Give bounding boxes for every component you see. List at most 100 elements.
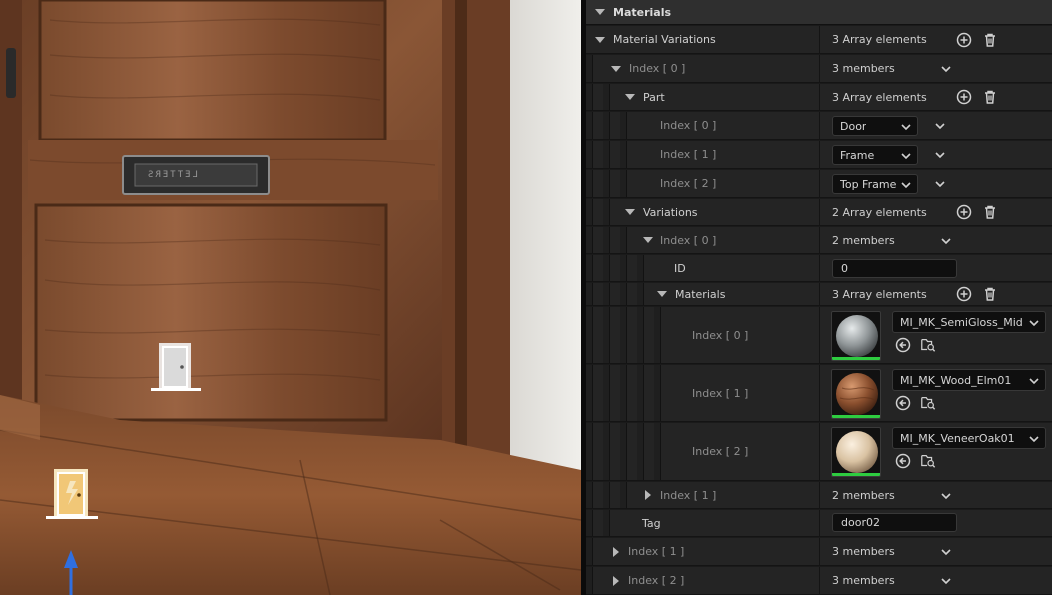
index-label: Index [ 2 ] <box>660 177 717 190</box>
array-count: 3 Array elements <box>832 33 927 46</box>
category-title: Materials <box>613 5 672 19</box>
browse-asset-icon[interactable] <box>920 395 936 411</box>
expand-arrow-icon[interactable] <box>625 94 635 100</box>
material-item-row: Index [ 0 ] MI_MK_SemiGloss_Mid <box>586 307 1052 364</box>
material-asset-combo[interactable]: MI_MK_SemiGloss_Mid <box>892 311 1046 333</box>
browse-asset-icon[interactable] <box>920 337 936 353</box>
expand-arrow-icon[interactable] <box>625 209 635 215</box>
expand-arrow-icon[interactable] <box>645 490 651 500</box>
chevron-down-icon[interactable] <box>941 548 951 556</box>
door-actor-icon[interactable] <box>151 341 201 393</box>
tag-field[interactable]: door02 <box>832 513 957 532</box>
id-value: 0 <box>841 262 848 275</box>
combo-value: Door <box>840 119 867 133</box>
chevron-down-icon <box>901 182 911 189</box>
chevron-down-icon[interactable] <box>935 180 945 188</box>
tag-value: door02 <box>841 516 880 529</box>
letter-plaque-text: LETTERS <box>146 170 198 180</box>
chevron-down-icon <box>1029 436 1039 443</box>
material-thumbnail[interactable] <box>831 427 881 477</box>
details-panel: Materials Material Variations 3 Array el… <box>586 0 1052 595</box>
collapse-arrow-icon[interactable] <box>595 9 605 15</box>
chevron-down-icon[interactable] <box>941 237 951 245</box>
variation-index-row: Index [ 0 ] 3 members <box>586 55 1052 83</box>
expand-arrow-icon[interactable] <box>657 291 667 297</box>
chevron-down-icon <box>901 124 911 131</box>
property-label: Part <box>643 90 665 104</box>
transform-gizmo-arrow-icon[interactable] <box>61 548 81 595</box>
material-item-row: Index [ 2 ] MI_MK_VeneerOak01 <box>586 423 1052 481</box>
members-count: 2 members <box>832 488 895 502</box>
use-selected-asset-icon[interactable] <box>895 453 911 469</box>
index-label: Index [ 0 ] <box>660 233 717 247</box>
add-element-icon[interactable] <box>956 204 972 220</box>
chevron-down-icon <box>1029 378 1039 385</box>
members-count: 3 members <box>832 545 895 558</box>
array-count: 3 Array elements <box>832 287 927 301</box>
browse-asset-icon[interactable] <box>920 453 936 469</box>
use-selected-asset-icon[interactable] <box>895 337 911 353</box>
index-label: Index [ 0 ] <box>629 62 686 75</box>
index-label: Index [ 2 ] <box>692 445 749 458</box>
chevron-down-icon[interactable] <box>941 492 951 500</box>
add-element-icon[interactable] <box>956 89 972 105</box>
materials-category-header[interactable]: Materials <box>586 0 1052 25</box>
delete-all-icon[interactable] <box>982 286 998 302</box>
combo-value: Frame <box>840 148 875 162</box>
variation-entry-row: Index [ 1 ] 2 members <box>586 482 1052 509</box>
combo-value: Top Frame <box>840 177 897 191</box>
add-element-icon[interactable] <box>956 32 972 48</box>
property-label: Material Variations <box>613 33 716 46</box>
expand-arrow-icon[interactable] <box>613 546 619 557</box>
part-item-row: Index [ 1 ] Frame <box>586 141 1052 169</box>
index-label: Index [ 1 ] <box>660 148 717 161</box>
material-thumbnail[interactable] <box>831 369 881 419</box>
index-label: Index [ 0 ] <box>692 328 749 342</box>
delete-all-icon[interactable] <box>982 32 998 48</box>
property-label: Variations <box>643 205 698 219</box>
part-item-row: Index [ 0 ] Door <box>586 112 1052 140</box>
variation-index-row: Index [ 1 ] 3 members <box>586 538 1052 566</box>
add-element-icon[interactable] <box>956 286 972 302</box>
variations-row: Variations 2 Array elements <box>586 199 1052 226</box>
delete-all-icon[interactable] <box>982 89 998 105</box>
property-label: Materials <box>675 287 726 301</box>
expand-arrow-icon[interactable] <box>613 575 619 586</box>
material-asset-combo[interactable]: MI_MK_Wood_Elm01 <box>892 369 1046 391</box>
level-viewport[interactable]: LETTERS <box>0 0 581 595</box>
id-row: ID 0 <box>586 255 1052 282</box>
asset-name: MI_MK_VeneerOak01 <box>900 431 1015 445</box>
variation-entry-row: Index [ 0 ] 2 members <box>586 227 1052 254</box>
index-label: Index [ 2 ] <box>628 574 685 587</box>
chevron-down-icon[interactable] <box>935 151 945 159</box>
part-combo[interactable]: Top Frame <box>832 174 918 194</box>
expand-arrow-icon[interactable] <box>643 237 653 243</box>
tag-row: Tag door02 <box>586 510 1052 537</box>
part-row: Part 3 Array elements <box>586 84 1052 111</box>
part-item-row: Index [ 2 ] Top Frame <box>586 170 1052 198</box>
array-count: 2 Array elements <box>832 205 927 219</box>
part-combo[interactable]: Door <box>832 116 918 136</box>
index-label: Index [ 1 ] <box>692 386 749 400</box>
chevron-down-icon[interactable] <box>935 122 945 130</box>
part-combo[interactable]: Frame <box>832 145 918 165</box>
chevron-down-icon <box>901 153 911 160</box>
members-count: 3 members <box>832 62 895 75</box>
chevron-down-icon[interactable] <box>941 577 951 585</box>
delete-all-icon[interactable] <box>982 204 998 220</box>
material-asset-combo[interactable]: MI_MK_VeneerOak01 <box>892 427 1046 449</box>
property-label: ID <box>674 261 686 275</box>
use-selected-asset-icon[interactable] <box>895 395 911 411</box>
door-actor-selected-icon[interactable] <box>46 467 98 521</box>
array-count: 3 Array elements <box>832 90 927 104</box>
material-variations-row: Material Variations 3 Array elements <box>586 26 1052 54</box>
expand-arrow-icon[interactable] <box>611 65 621 72</box>
index-label: Index [ 1 ] <box>660 488 717 502</box>
chevron-down-icon[interactable] <box>941 65 951 73</box>
index-label: Index [ 1 ] <box>628 545 685 558</box>
material-thumbnail[interactable] <box>831 311 881 361</box>
material-item-row: Index [ 1 ] MI_MK_Wood_Elm01 <box>586 365 1052 422</box>
expand-arrow-icon[interactable] <box>595 36 605 43</box>
id-field[interactable]: 0 <box>832 259 957 278</box>
property-label: Tag <box>642 516 661 530</box>
